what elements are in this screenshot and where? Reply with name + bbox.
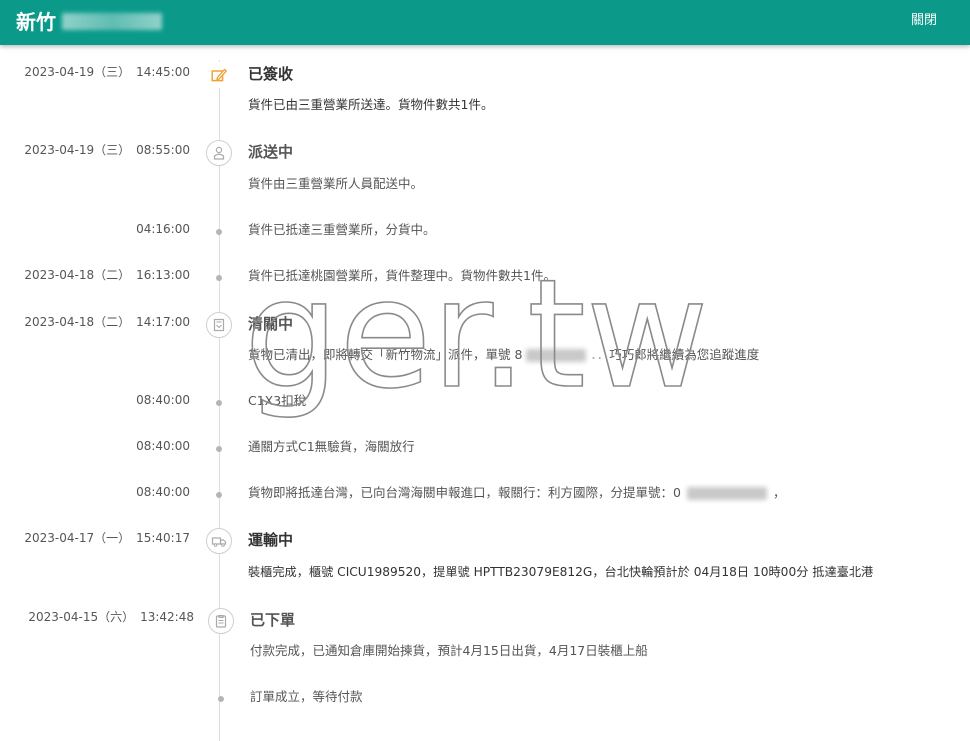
event-time: 08:40:00 <box>136 393 190 407</box>
event-description: 貨物已清出，即將轉交「新竹物流」派件，單號 8 ．．巧巧郎將繼續為您追蹤進度 <box>248 347 760 362</box>
event-status: 已簽收 <box>248 65 294 83</box>
event-time: 14:17:00 <box>136 315 190 329</box>
event-description-suffix: 巧巧郎將繼續為您追蹤進度 <box>609 347 760 362</box>
event-description: 通關方式C1無驗貨，海關放行 <box>248 439 415 454</box>
event-description-prefix: 貨物即將抵達台灣，已向台灣海關申報進口，報關行：利方國際，分提單號：0 <box>248 485 681 500</box>
customs-document-icon <box>206 312 232 338</box>
event-status: 清關中 <box>248 315 294 333</box>
event-time: 08:40:00 <box>136 485 190 499</box>
truck-icon <box>206 528 232 554</box>
redacted-title-blur <box>62 13 162 30</box>
event-date: 2023-04-19（三） <box>24 65 131 79</box>
event-date: 2023-04-18（二） <box>24 315 131 329</box>
event-time: 13:42:48 <box>140 610 194 624</box>
event-time: 16:13:00 <box>136 268 190 282</box>
event-description: 貨件已抵達桃園營業所，貨件整理中。貨物件數共1件。 <box>248 268 556 283</box>
timeline-dot <box>216 492 222 498</box>
event-description-suffix: ， <box>772 485 786 500</box>
event-time: 14:45:00 <box>136 65 190 79</box>
clipboard-icon <box>208 608 234 634</box>
event-description: 貨件已由三重營業所送達。貨物件數共1件。 <box>248 97 494 112</box>
event-description: 貨件已抵達三重營業所，分貨中。 <box>248 222 436 237</box>
event-timestamp: 08:40:00 <box>136 392 190 408</box>
redacted-sub-bill-number <box>686 487 767 500</box>
event-timestamp: 2023-04-17（一） 15:40:17 <box>24 530 190 546</box>
event-description-prefix: 貨物已清出，即將轉交「新竹物流」派件，單號 8 <box>248 347 523 362</box>
event-status: 已下單 <box>250 611 296 629</box>
event-timestamp: 2023-04-19（三） 14:45:00 <box>24 64 190 80</box>
event-timestamp: 2023-04-18（二） 14:17:00 <box>24 314 190 330</box>
event-description: 貨物即將抵達台灣，已向台灣海關申報進口，報關行：利方國際，分提單號：0 ， <box>248 485 785 501</box>
edit-signature-icon <box>206 62 232 88</box>
event-status: 運輸中 <box>248 531 294 549</box>
event-timestamp: 08:40:00 <box>136 484 190 500</box>
event-date: 2023-04-17（一） <box>24 531 131 545</box>
event-timestamp: 2023-04-18（二） 16:13:00 <box>24 267 190 283</box>
event-timestamp: 08:40:00 <box>136 438 190 454</box>
event-date: 2023-04-18（二） <box>24 268 131 282</box>
event-description: 付款完成，已通知倉庫開始揀貨，預計4月15日出貨，4月17日裝櫃上船 <box>250 643 648 658</box>
event-timestamp: 2023-04-15（六） 13:42:48 <box>28 609 194 625</box>
delivery-person-icon <box>206 140 232 166</box>
event-description: 訂單成立，等待付款 <box>250 689 363 704</box>
timeline-dot <box>216 229 222 235</box>
event-time: 08:40:00 <box>136 439 190 453</box>
top-bar: 新竹 關閉 <box>0 0 970 45</box>
watermark-text: ger.tw <box>244 268 709 422</box>
event-status: 派送中 <box>248 143 294 161</box>
redacted-tracking-number <box>526 349 587 362</box>
timeline-dot <box>216 275 222 281</box>
event-description: 貨件由三重營業所人員配送中。 <box>248 176 424 191</box>
event-date: 2023-04-19（三） <box>24 143 131 157</box>
event-time: 15:40:17 <box>136 531 190 545</box>
close-button[interactable]: 關閉 <box>911 12 937 30</box>
event-timestamp: 04:16:00 <box>136 221 190 237</box>
event-time: 04:16:00 <box>136 222 190 236</box>
timeline-dot <box>216 400 222 406</box>
page-title: 新竹 <box>16 10 56 34</box>
timeline-dot <box>216 446 222 452</box>
event-timestamp: 2023-04-19（三） 08:55:00 <box>24 142 190 158</box>
timeline-dot <box>218 696 224 702</box>
event-date: 2023-04-15（六） <box>28 610 135 624</box>
event-time: 08:55:00 <box>136 143 190 157</box>
event-description: C1X3扣稅 <box>248 393 307 408</box>
event-description: 裝櫃完成，櫃號 CICU1989520，提單號 HPTTB23079E812G，… <box>248 565 874 579</box>
